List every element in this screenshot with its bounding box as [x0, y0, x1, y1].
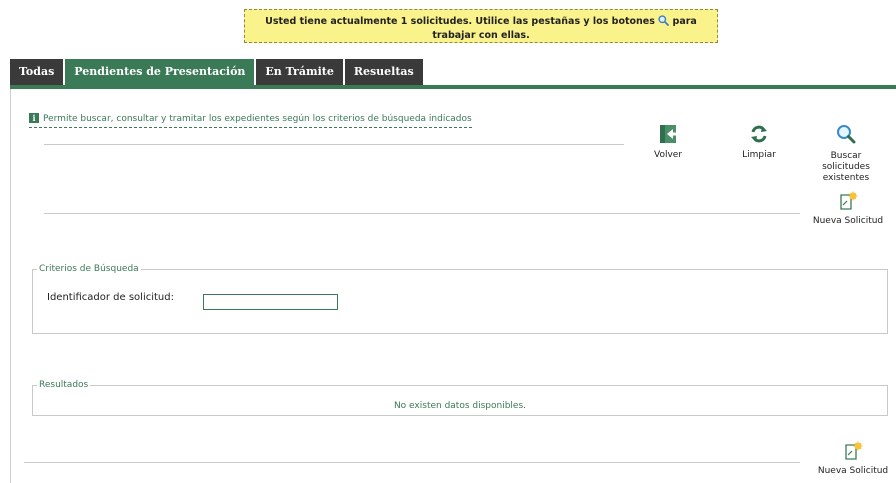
volver-label: Volver [653, 150, 683, 160]
info-icon: i [29, 113, 39, 123]
refresh-icon [736, 123, 782, 148]
buscar-solicitudes-button[interactable]: Buscar solicitudes existentes [813, 123, 879, 184]
back-icon [646, 123, 690, 148]
tab-resueltas[interactable]: Resueltas [344, 59, 423, 85]
info-text: Permite buscar, consultar y tramitar los… [43, 114, 472, 124]
identificador-label: Identificador de solicitud: [47, 292, 174, 303]
new-document-icon [810, 441, 896, 464]
nueva-solicitud-label-bottom: Nueva Solicitud [817, 466, 889, 476]
search-icon [813, 123, 879, 149]
buscar-label-1: Buscar [830, 151, 862, 161]
no-data-message: No existen datos disponibles. [393, 401, 527, 411]
divider [44, 213, 800, 214]
criterios-legend: Criterios de Búsqueda [39, 264, 139, 274]
volver-button[interactable]: Volver [646, 123, 690, 160]
buscar-label-3: existentes [822, 173, 870, 183]
search-icon [658, 15, 670, 30]
notice-text: Usted tiene actualmente 1 solicitudes. U… [265, 16, 655, 27]
limpiar-label: Limpiar [742, 150, 776, 160]
divider [44, 144, 624, 145]
resultados-legend: Resultados [39, 380, 89, 390]
nueva-solicitud-button-top[interactable]: Nueva Solicitud [805, 191, 891, 226]
limpiar-button[interactable]: Limpiar [736, 123, 782, 160]
tab-todas[interactable]: Todas [10, 59, 64, 85]
notice-text-after: para [672, 16, 697, 27]
content-left-border [10, 89, 11, 483]
notice-text-line2: trabajar con ellas. [432, 30, 530, 41]
nueva-solicitud-label-top: Nueva Solicitud [812, 216, 884, 226]
notice-banner: Usted tiene actualmente 1 solicitudes. U… [244, 9, 718, 43]
info-message: i Permite buscar, consultar y tramitar lo… [29, 113, 472, 128]
buscar-label-2: solicitudes [822, 162, 870, 172]
nueva-solicitud-button-bottom[interactable]: Nueva Solicitud [810, 441, 896, 476]
new-document-icon [805, 191, 891, 214]
tab-bar: Todas Pendientes de Presentación En Trám… [10, 59, 425, 85]
tab-en-tramite[interactable]: En Trámite [256, 59, 343, 85]
divider [24, 462, 800, 463]
identificador-input[interactable] [203, 294, 338, 310]
tab-pendientes-de-presentacion[interactable]: Pendientes de Presentación [65, 59, 255, 85]
tab-underline [10, 85, 896, 89]
